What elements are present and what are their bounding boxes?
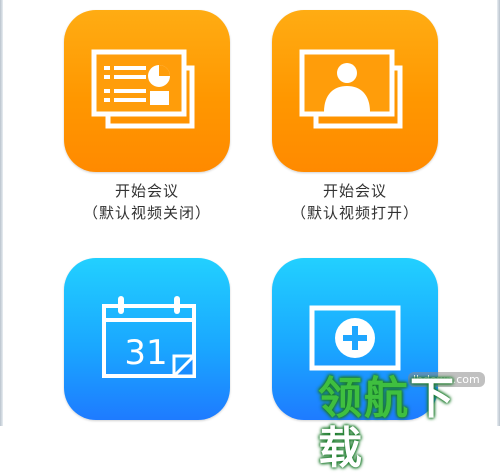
label-line-2: （默认视频打开） bbox=[290, 204, 419, 222]
schedule-meeting-button[interactable]: 31 bbox=[64, 258, 230, 420]
window-edge-left bbox=[0, 0, 3, 426]
start-meeting-video-on-label: 开始会议 （默认视频打开） bbox=[255, 180, 455, 224]
label-line-1: 开始会议 bbox=[114, 182, 179, 200]
calendar-day-number: 31 bbox=[124, 333, 167, 373]
start-meeting-video-off-button[interactable] bbox=[64, 10, 230, 172]
start-meeting-video-on-button[interactable] bbox=[272, 10, 438, 172]
start-meeting-video-off-label: 开始会议 （默认视频关闭） bbox=[47, 180, 247, 224]
presentation-slides-icon bbox=[91, 49, 195, 129]
video-person-icon bbox=[299, 49, 403, 129]
calendar-icon: 31 bbox=[102, 296, 196, 378]
watermark-logo-text: 领航下载 bbox=[318, 374, 500, 474]
watermark-text-a: 领航 bbox=[318, 373, 410, 424]
label-line-2: （默认视频关闭） bbox=[82, 204, 211, 222]
label-line-1: 开始会议 bbox=[322, 182, 387, 200]
